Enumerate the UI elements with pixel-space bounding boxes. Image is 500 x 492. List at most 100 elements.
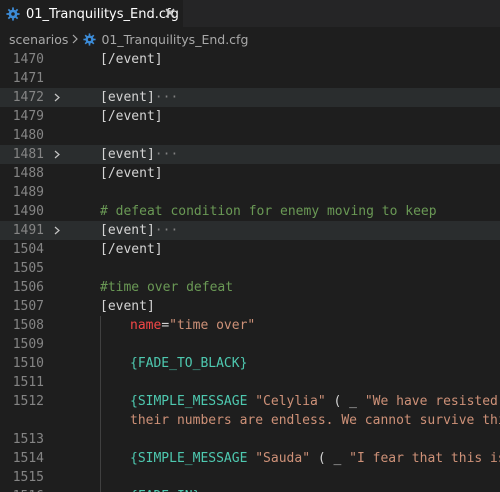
code-line[interactable]: 1488 [/event]	[0, 164, 500, 183]
line-number: 1508	[12, 318, 44, 333]
fold-chevron-icon[interactable]	[53, 150, 61, 159]
line-number: 1471	[12, 71, 44, 86]
code-text: {FADE_IN}	[130, 487, 200, 492]
line-number: 1488	[12, 166, 44, 181]
code-token-comment: # defeat condition for enemy moving to k…	[100, 204, 437, 219]
line-number: 1510	[12, 356, 44, 371]
line-number: 1489	[12, 185, 44, 200]
code-token-dim: ···	[154, 223, 179, 238]
line-number: 1470	[12, 52, 44, 67]
code-text: {FADE_TO_BLACK}	[130, 354, 247, 373]
code-token-plain: [/event]	[100, 242, 163, 257]
line-number: 1504	[12, 242, 44, 257]
code-text: # defeat condition for enemy moving to k…	[100, 202, 437, 221]
line-number: 1511	[12, 375, 44, 390]
code-editor[interactable]: 1470 [/event] 1471 1472 [event]··· 1479 [/even…	[0, 51, 500, 492]
code-text: [event]···	[100, 221, 178, 240]
line-number: 1480	[12, 128, 44, 143]
code-token-plain: ( _	[310, 451, 350, 466]
code-token-macro: {SIMPLE_MESSAGE	[130, 451, 256, 466]
code-token-plain: [event]	[100, 90, 155, 105]
code-token-plain: [event]	[100, 223, 155, 238]
code-line[interactable]: 1511	[0, 373, 500, 392]
code-line[interactable]: 1505	[0, 259, 500, 278]
indent-guide	[100, 316, 101, 492]
code-text: name="time over"	[130, 316, 255, 335]
code-line[interactable]: 1512 {SIMPLE_MESSAGE "Celylia" ( _ "We ha…	[0, 392, 500, 411]
code-line[interactable]: 1491 [event]···	[0, 221, 500, 240]
code-line[interactable]: 1514 {SIMPLE_MESSAGE "Sauda" ( _ "I fear …	[0, 449, 500, 468]
fold-chevron-icon[interactable]	[53, 226, 61, 235]
code-text: [event]···	[100, 145, 178, 164]
code-text: [/event]	[100, 107, 163, 126]
code-line[interactable]: 1471	[0, 69, 500, 88]
breadcrumb: scenarios 01_Tranquilitys_End.cfg	[0, 27, 500, 51]
code-line[interactable]: 1513	[0, 430, 500, 449]
code-line[interactable]: 1504 [/event]	[0, 240, 500, 259]
line-number: 1509	[12, 337, 44, 352]
code-token-macro: {SIMPLE_MESSAGE	[130, 394, 256, 409]
line-number: 1481	[12, 147, 44, 162]
code-token-dim: ···	[154, 90, 179, 105]
code-text: their numbers are endless. We cannot sur…	[130, 411, 500, 430]
fold-chevron-icon[interactable]	[53, 93, 61, 102]
code-line[interactable]: 1509	[0, 335, 500, 354]
code-token-plain: [event]	[100, 299, 155, 314]
code-line[interactable]: 1490 # defeat condition for enemy moving …	[0, 202, 500, 221]
tab-bar: 01_Tranquilitys_End.cfg	[0, 0, 500, 27]
code-token-plain: [/event]	[100, 109, 163, 124]
code-token-comment: #time over defeat	[100, 280, 234, 295]
chevron-right-icon	[73, 34, 79, 44]
code-token-str: "We have resisted their attacks for as l…	[364, 394, 498, 409]
close-icon[interactable]	[164, 7, 176, 19]
code-token-plain: [event]	[100, 147, 155, 162]
line-number: 1507	[12, 299, 44, 314]
code-token-attr: name	[130, 318, 162, 333]
code-token-str: "I fear that this is the end.")}	[349, 451, 500, 466]
code-line[interactable]: 1479 [/event]	[0, 107, 500, 126]
code-text: [event]···	[100, 88, 178, 107]
breadcrumb-folder[interactable]: scenarios	[9, 32, 68, 47]
code-token-plain: [/event]	[100, 52, 163, 67]
code-line[interactable]: 1472 [event]···	[0, 88, 500, 107]
gear-icon	[83, 32, 97, 46]
code-token-str: their numbers are endless. We cannot sur…	[130, 413, 500, 428]
code-line[interactable]: 1470 [/event]	[0, 51, 500, 69]
breadcrumb-file[interactable]: 01_Tranquilitys_End.cfg	[101, 32, 248, 47]
code-text: {SIMPLE_MESSAGE "Celylia" ( _ "We have r…	[130, 392, 500, 411]
code-line[interactable]: 1516 {FADE_IN}	[0, 487, 500, 492]
code-token-macro: {FADE_TO_BLACK}	[130, 356, 248, 371]
code-line[interactable]: 1508 name="time over"	[0, 316, 500, 335]
line-number: 1516	[0, 487, 44, 492]
line-number: 1513	[12, 432, 44, 447]
code-line[interactable]: 1515	[0, 468, 500, 487]
code-line[interactable]: 1481 [event]···	[0, 145, 500, 164]
code-token-plain: =	[161, 318, 170, 333]
code-text: [/event]	[100, 164, 163, 183]
code-token-str: "Celylia"	[255, 394, 326, 409]
code-line[interactable]: 1480	[0, 126, 500, 145]
line-number: 1490	[12, 204, 44, 219]
line-number: 1479	[12, 109, 44, 124]
code-token-str: "Sauda"	[255, 451, 311, 466]
code-line[interactable]: 1506 #time over defeat	[0, 278, 500, 297]
code-line[interactable]: 1489	[0, 183, 500, 202]
line-number: 1505	[12, 261, 44, 276]
code-text: [/event]	[100, 51, 163, 69]
line-number: 1472	[12, 90, 44, 105]
line-number: 1514	[12, 451, 44, 466]
code-line[interactable]: 1507 [event]	[0, 297, 500, 316]
line-number: 1515	[12, 470, 44, 485]
gear-icon	[6, 7, 20, 21]
code-text: [event]	[100, 297, 155, 316]
code-text: [/event]	[100, 240, 163, 259]
code-line[interactable]: 1510 {FADE_TO_BLACK}	[0, 354, 500, 373]
code-text: {SIMPLE_MESSAGE "Sauda" ( _ "I fear that…	[130, 449, 500, 468]
editor-tab[interactable]: 01_Tranquilitys_End.cfg	[0, 0, 183, 27]
line-number: 1506	[12, 280, 44, 295]
code-token-dim: ···	[154, 147, 179, 162]
code-token-str: "time over"	[169, 318, 256, 333]
line-number: 1491	[12, 223, 44, 238]
code-line[interactable]: their numbers are endless. We cannot sur…	[0, 411, 500, 430]
line-number: 1512	[12, 394, 44, 409]
